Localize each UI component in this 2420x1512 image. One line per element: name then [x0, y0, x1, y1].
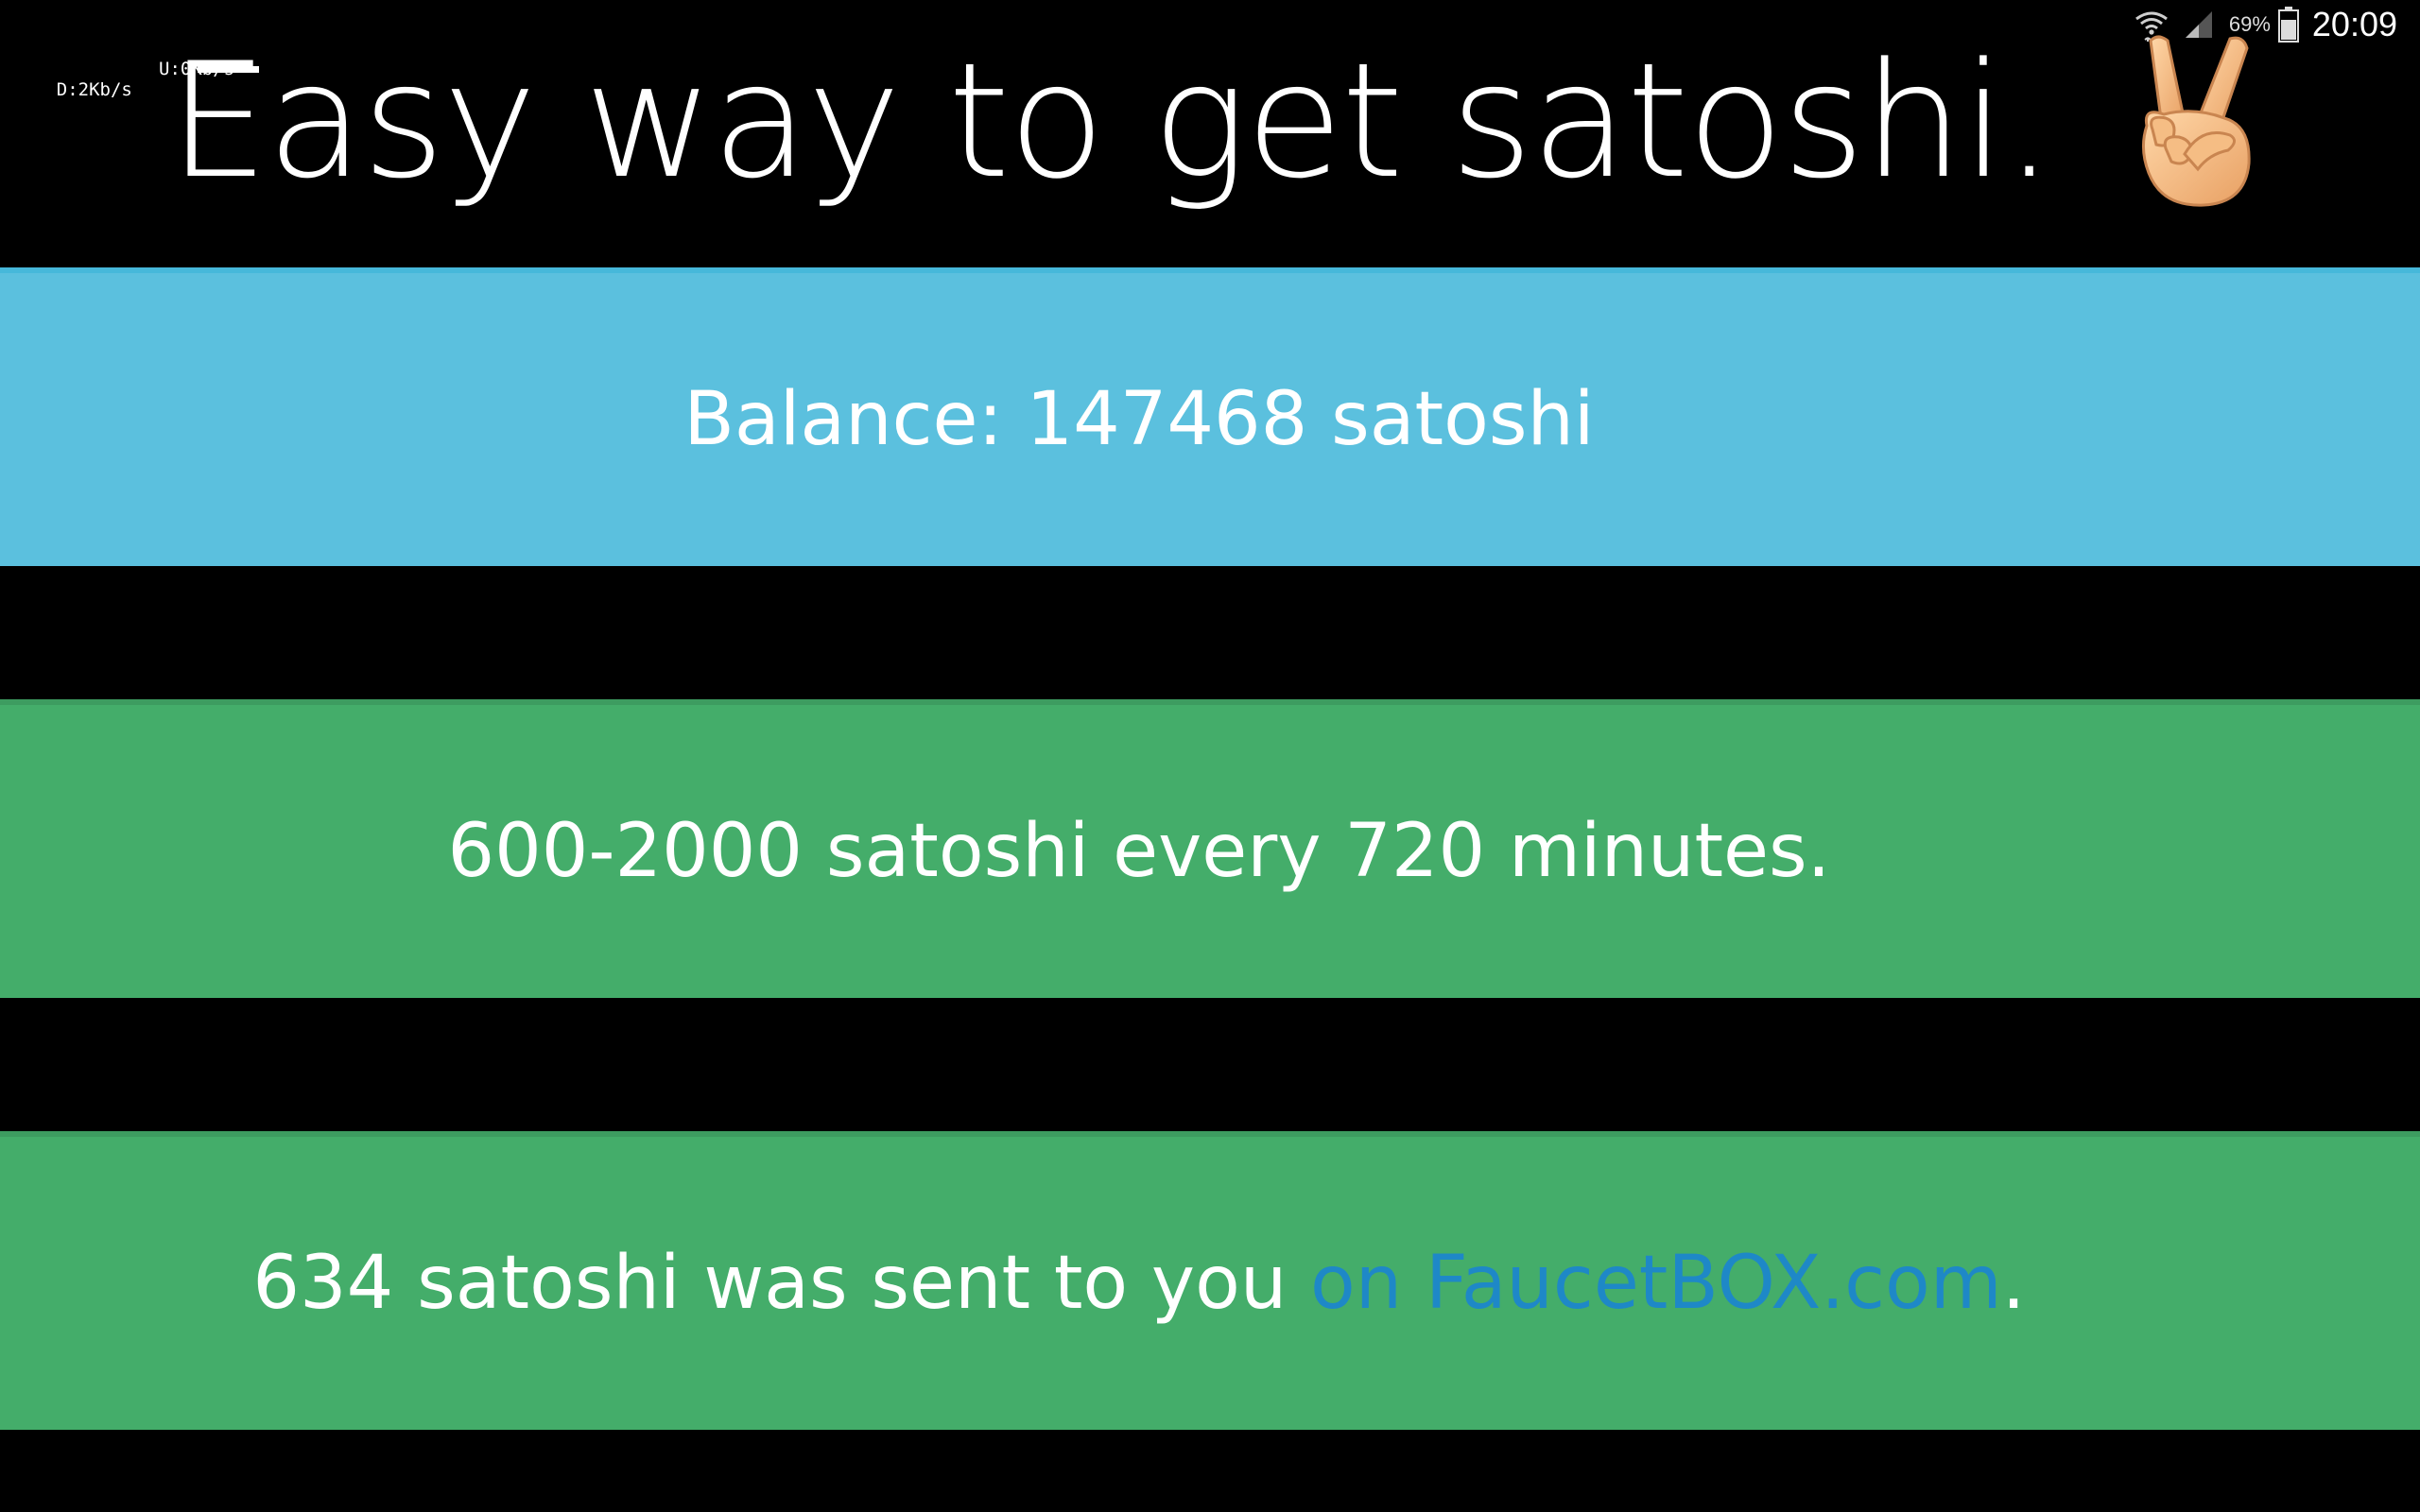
payout-message-panel: 634 satoshi was sent to you on FaucetBOX…	[0, 1131, 2420, 1430]
payout-message-suffix: .	[2001, 1241, 2026, 1326]
net-speed-overlay: D:2Kb/s U:0Kb/s	[13, 59, 259, 163]
page-title-text: Easy way to get satoshi.	[168, 28, 2054, 214]
reward-rate-panel: 600-2000 satoshi every 720 minutes.	[0, 699, 2420, 998]
reward-rate-text: 600-2000 satoshi every 720 minutes.	[447, 809, 1831, 894]
faucetbox-link[interactable]: on FaucetBOX.com	[1310, 1241, 2002, 1326]
battery-icon	[2277, 7, 2299, 43]
download-speed: D:2Kb/s	[56, 79, 132, 100]
victory-hand-icon	[2142, 35, 2251, 207]
screen: D:2Kb/s U:0Kb/s 69% 20:09 Easy way to ge…	[0, 0, 2420, 1512]
payout-message-text: 634 satoshi was sent to you	[252, 1241, 1311, 1326]
clock: 20:09	[2311, 5, 2397, 43]
balance-panel: Balance: 147468 satoshi	[0, 267, 2420, 566]
page-title: Easy way to get satoshi.	[168, 26, 2270, 215]
balance-text: Balance: 147468 satoshi	[683, 377, 1595, 462]
